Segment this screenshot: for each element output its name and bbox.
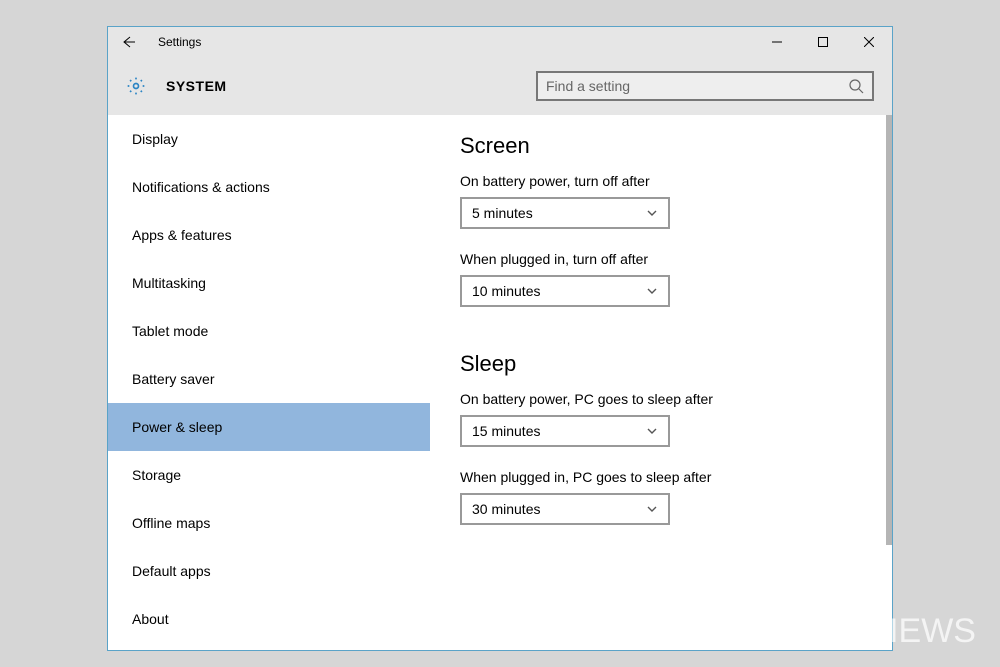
dropdown-value: 5 minutes (472, 205, 646, 221)
maximize-icon (818, 37, 828, 47)
close-icon (864, 37, 874, 47)
sidebar-item-display[interactable]: Display (108, 115, 430, 163)
arrow-left-icon (120, 34, 136, 50)
sidebar-item-apps-features[interactable]: Apps & features (108, 211, 430, 259)
sidebar-item-tablet-mode[interactable]: Tablet mode (108, 307, 430, 355)
sidebar-item-storage[interactable]: Storage (108, 451, 430, 499)
search-icon (848, 78, 864, 94)
minimize-button[interactable] (754, 27, 800, 57)
sidebar-item-notifications[interactable]: Notifications & actions (108, 163, 430, 211)
gear-icon (126, 75, 148, 97)
scrollbar[interactable] (880, 115, 892, 650)
sleep-battery-label: On battery power, PC goes to sleep after (460, 391, 862, 407)
sidebar-item-power-sleep[interactable]: Power & sleep (108, 403, 430, 451)
window-title: Settings (158, 35, 201, 49)
dropdown-value: 10 minutes (472, 283, 646, 299)
sleep-battery-dropdown[interactable]: 15 minutes (460, 415, 670, 447)
chevron-down-icon (646, 207, 658, 219)
sidebar: Display Notifications & actions Apps & f… (108, 115, 430, 650)
titlebar: Settings (108, 27, 892, 57)
minimize-icon (772, 37, 782, 47)
main-panel: Screen On battery power, turn off after … (430, 115, 892, 650)
scrollbar-thumb[interactable] (886, 115, 892, 545)
screen-battery-dropdown[interactable]: 5 minutes (460, 197, 670, 229)
subheader: SYSTEM (108, 57, 892, 115)
back-button[interactable] (108, 27, 148, 57)
chevron-down-icon (646, 285, 658, 297)
dropdown-value: 15 minutes (472, 423, 646, 439)
maximize-button[interactable] (800, 27, 846, 57)
chevron-down-icon (646, 425, 658, 437)
close-button[interactable] (846, 27, 892, 57)
screen-battery-label: On battery power, turn off after (460, 173, 862, 189)
spacer (460, 329, 862, 351)
sleep-plugged-dropdown[interactable]: 30 minutes (460, 493, 670, 525)
search-input[interactable] (546, 78, 848, 94)
sidebar-item-default-apps[interactable]: Default apps (108, 547, 430, 595)
sidebar-item-about[interactable]: About (108, 595, 430, 643)
screen-plugged-dropdown[interactable]: 10 minutes (460, 275, 670, 307)
screen-plugged-label: When plugged in, turn off after (460, 251, 862, 267)
window-buttons (754, 27, 892, 57)
sleep-heading: Sleep (460, 351, 862, 377)
settings-window: Settings SYSTEM (107, 26, 893, 651)
sleep-plugged-label: When plugged in, PC goes to sleep after (460, 469, 862, 485)
sidebar-item-multitasking[interactable]: Multitasking (108, 259, 430, 307)
system-label: SYSTEM (166, 78, 227, 94)
sidebar-item-battery-saver[interactable]: Battery saver (108, 355, 430, 403)
dropdown-value: 30 minutes (472, 501, 646, 517)
sidebar-item-offline-maps[interactable]: Offline maps (108, 499, 430, 547)
screen-heading: Screen (460, 133, 862, 159)
search-box[interactable] (536, 71, 874, 101)
content-area: Display Notifications & actions Apps & f… (108, 115, 892, 650)
chevron-down-icon (646, 503, 658, 515)
